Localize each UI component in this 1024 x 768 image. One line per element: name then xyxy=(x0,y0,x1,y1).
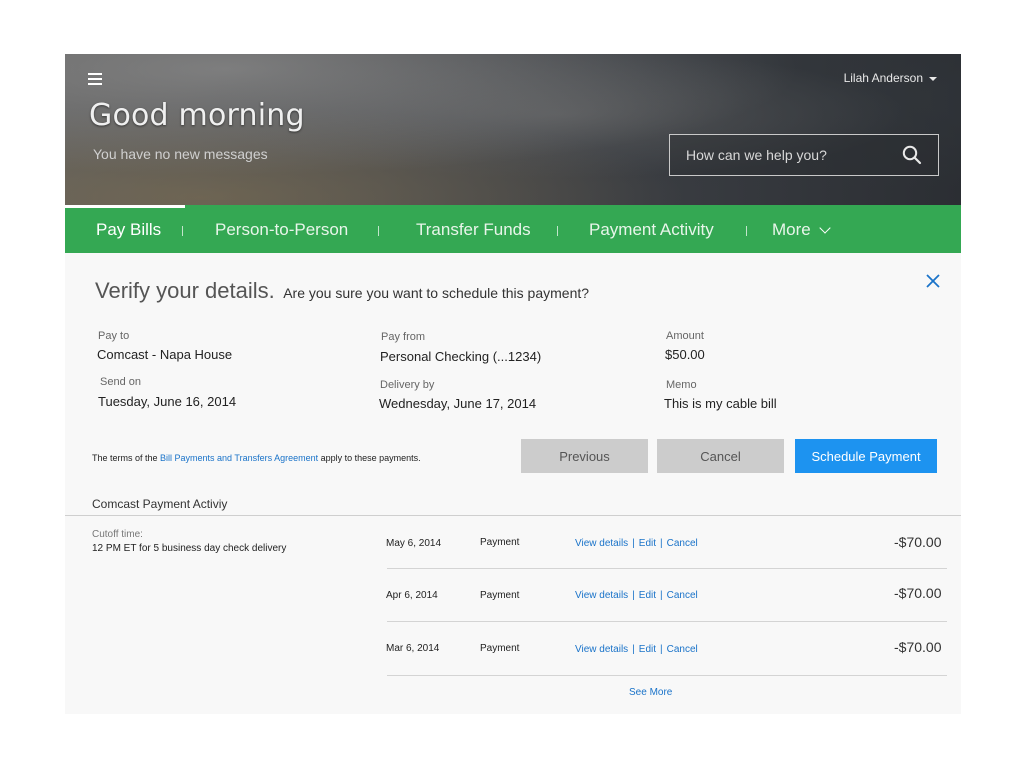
send-on-value: Tuesday, June 16, 2014 xyxy=(98,394,237,409)
terms-suffix: apply to these payments. xyxy=(318,453,421,463)
action-separator: | xyxy=(632,590,635,601)
amount-label: Amount xyxy=(666,330,704,342)
memo-value: This is my cable bill xyxy=(664,396,777,411)
cutoff-label: Cutoff time: xyxy=(92,529,143,540)
row-divider xyxy=(387,568,947,569)
pay-to-value: Comcast - Napa House xyxy=(97,347,233,362)
view-details-link[interactable]: View details xyxy=(575,590,628,601)
messages-status: You have no new messages xyxy=(93,146,268,162)
edit-link[interactable]: Edit xyxy=(639,590,656,601)
greeting-title: Good morning xyxy=(89,98,305,133)
terms-text: The terms of the Bill Payments and Trans… xyxy=(92,453,421,463)
pay-from-label: Pay from xyxy=(381,331,426,343)
nav-separator xyxy=(378,226,379,236)
edit-link[interactable]: Edit xyxy=(639,538,656,549)
action-separator: | xyxy=(660,590,663,601)
tab-transfer-funds[interactable]: Transfer Funds xyxy=(416,205,531,253)
memo-label: Memo xyxy=(666,379,697,391)
pay-from-value: Personal Checking (...1234) xyxy=(380,349,542,364)
hamburger-menu-icon[interactable] xyxy=(88,73,102,85)
cutoff-value: 12 PM ET for 5 business day check delive… xyxy=(92,543,287,554)
search-icon[interactable] xyxy=(902,145,922,165)
tab-pay-bills[interactable]: Pay Bills xyxy=(96,205,161,253)
action-separator: | xyxy=(660,644,663,655)
row-actions: View details | Edit | Cancel xyxy=(575,590,698,601)
row-type: Payment xyxy=(480,537,520,548)
verify-heading: Verify your details. Are you sure you wa… xyxy=(95,278,589,304)
nav-separator xyxy=(557,226,558,236)
row-amount: -$70.00 xyxy=(894,585,942,601)
tab-more-label: More xyxy=(772,220,811,239)
amount-value: $50.00 xyxy=(665,347,705,362)
action-separator: | xyxy=(660,538,663,549)
tab-more[interactable]: More xyxy=(772,205,831,253)
search-input[interactable] xyxy=(686,147,902,163)
action-separator: | xyxy=(632,538,635,549)
edit-link[interactable]: Edit xyxy=(639,644,656,655)
verify-title: Verify your details. xyxy=(95,278,275,303)
header-hero: Good morning You have no new messages Li… xyxy=(65,54,961,205)
activity-title: Comcast Payment Activiy xyxy=(92,497,228,511)
terms-prefix: The terms of the xyxy=(92,453,161,463)
row-date: Apr 6, 2014 xyxy=(386,590,438,601)
row-amount: -$70.00 xyxy=(894,639,942,655)
action-separator: | xyxy=(632,644,635,655)
caret-down-icon xyxy=(929,77,937,81)
row-divider xyxy=(387,675,947,676)
cancel-link[interactable]: Cancel xyxy=(667,644,698,655)
close-icon[interactable] xyxy=(926,274,940,288)
user-menu[interactable]: Lilah Anderson xyxy=(844,71,937,85)
cancel-link[interactable]: Cancel xyxy=(667,538,698,549)
row-divider xyxy=(387,621,947,622)
schedule-payment-button[interactable]: Schedule Payment xyxy=(795,439,937,473)
row-amount: -$70.00 xyxy=(894,534,942,550)
nav-separator xyxy=(182,226,183,236)
delivery-by-label: Delivery by xyxy=(380,379,435,391)
row-actions: View details | Edit | Cancel xyxy=(575,644,698,655)
row-date: Mar 6, 2014 xyxy=(386,643,440,654)
cancel-link[interactable]: Cancel xyxy=(667,590,698,601)
delivery-by-value: Wednesday, June 17, 2014 xyxy=(379,396,537,411)
row-type: Payment xyxy=(480,643,520,654)
app-window: Good morning You have no new messages Li… xyxy=(65,54,961,714)
see-more-link[interactable]: See More xyxy=(629,687,672,698)
tab-person-to-person[interactable]: Person-to-Person xyxy=(215,205,348,253)
chevron-down-icon xyxy=(819,222,831,234)
search-box xyxy=(669,134,939,176)
row-date: May 6, 2014 xyxy=(386,538,442,549)
terms-agreement-link[interactable]: Bill Payments and Transfers Agreement xyxy=(160,453,318,463)
cancel-button[interactable]: Cancel xyxy=(657,439,784,473)
previous-button[interactable]: Previous xyxy=(521,439,648,473)
pay-to-label: Pay to xyxy=(98,330,130,342)
nav-separator xyxy=(746,226,747,236)
user-name: Lilah Anderson xyxy=(843,71,923,85)
send-on-label: Send on xyxy=(100,376,141,388)
row-type: Payment xyxy=(480,590,520,601)
tab-payment-activity[interactable]: Payment Activity xyxy=(589,205,714,253)
verify-question: Are you sure you want to schedule this p… xyxy=(283,285,590,301)
row-actions: View details | Edit | Cancel xyxy=(575,538,698,549)
divider xyxy=(65,515,961,516)
view-details-link[interactable]: View details xyxy=(575,644,628,655)
view-details-link[interactable]: View details xyxy=(575,538,628,549)
